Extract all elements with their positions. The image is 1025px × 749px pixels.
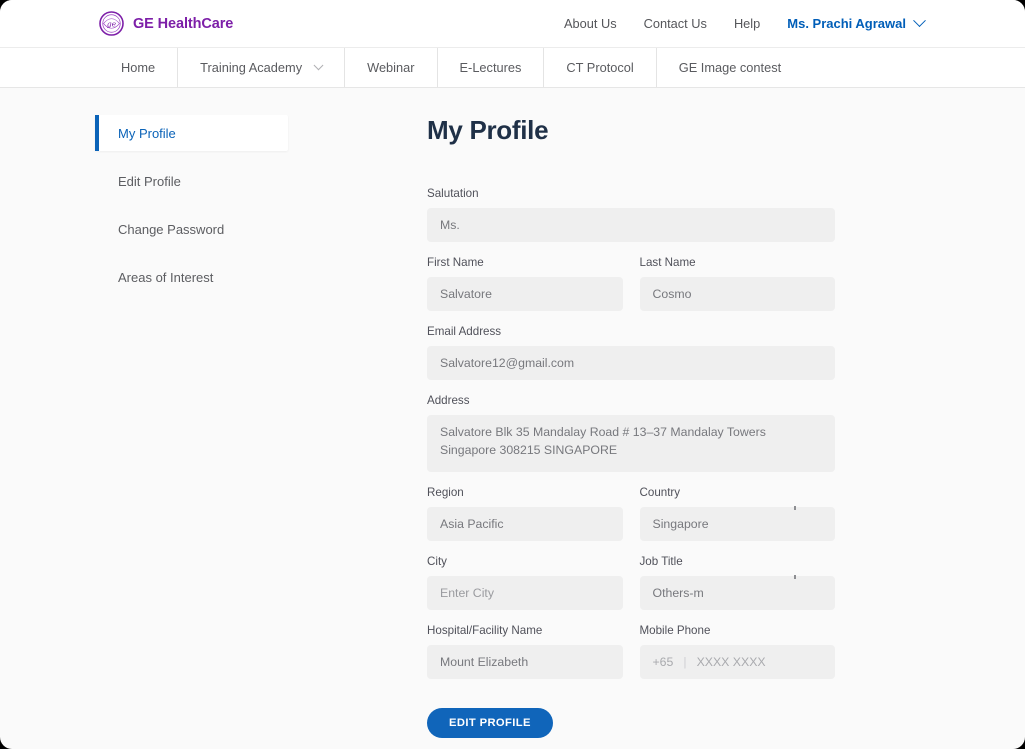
field-email: Email Address Salvatore12@gmail.com [427, 325, 835, 380]
sidebar-item-label: Areas of Interest [118, 269, 214, 285]
email-input[interactable]: Salvatore12@gmail.com [427, 346, 835, 380]
edit-profile-button[interactable]: EDIT PROFILE [427, 708, 553, 738]
label-city: City [427, 555, 447, 568]
field-salutation: Salutation Ms. [427, 187, 835, 242]
form-row-region-country: Region Asia Pacific Country Singapore [427, 486, 835, 541]
mobile-separator: | [683, 655, 687, 669]
page-body: My Profile Edit Profile Change Password … [0, 88, 1025, 748]
job-title-input[interactable]: Others-m [639, 576, 835, 610]
nav-item-label: Home [121, 60, 156, 75]
nav-item-label: GE Image contest [678, 60, 782, 75]
nav-item-label: E-Lectures [459, 60, 522, 75]
address-input[interactable]: Salvatore Blk 35 Mandalay Road # 13–37 M… [427, 415, 835, 472]
page-title: My Profile [427, 115, 549, 145]
field-city: City Enter City [427, 555, 623, 610]
field-last-name: Last Name Cosmo [639, 256, 835, 311]
brand-name: GE HealthCare [133, 15, 234, 32]
field-mobile-phone: Mobile Phone +65 | XXXX XXXX [639, 624, 835, 679]
main-navigation: Home Training Academy Webinar E-Lectures… [0, 48, 1025, 88]
form-actions: EDIT PROFILE [427, 708, 835, 738]
label-mobile-phone: Mobile Phone [639, 624, 711, 637]
field-region: Region Asia Pacific [427, 486, 623, 541]
nav-item-training-academy[interactable]: Training Academy [177, 48, 344, 87]
label-hospital: Hospital/Facility Name [427, 624, 543, 637]
label-country: Country [639, 486, 681, 499]
form-row-city-job: City Enter City Job Title Others-m [427, 555, 835, 610]
nav-item-ge-image-contest[interactable]: GE Image contest [655, 48, 803, 87]
last-name-input[interactable]: Cosmo [639, 277, 835, 311]
nav-item-webinar[interactable]: Webinar [344, 48, 436, 87]
sidebar-item-label: My Profile [118, 125, 176, 141]
nav-link-help[interactable]: Help [734, 16, 760, 31]
field-hospital: Hospital/Facility Name Mount Elizabeth [427, 624, 623, 679]
city-input[interactable]: Enter City [427, 576, 623, 610]
form-row-email: Email Address Salvatore12@gmail.com [427, 325, 835, 380]
nav-item-label: CT Protocol [566, 60, 634, 75]
region-input[interactable]: Asia Pacific [427, 507, 623, 541]
mobile-phone-input[interactable]: +65 | XXXX XXXX [639, 645, 835, 679]
salutation-input[interactable]: Ms. [427, 208, 835, 242]
profile-sidebar: My Profile Edit Profile Change Password … [0, 115, 400, 748]
sidebar-item-label: Change Password [118, 221, 225, 237]
nav-item-label: Webinar [367, 60, 415, 75]
form-row-salutation: Salutation Ms. [427, 187, 835, 242]
label-job-title: Job Title [639, 555, 683, 568]
field-job-title: Job Title Others-m [639, 555, 835, 610]
nav-link-about-us[interactable]: About Us [564, 16, 617, 31]
nav-item-e-lectures[interactable]: E-Lectures [436, 48, 544, 87]
sidebar-item-label: Edit Profile [118, 173, 181, 189]
form-row-address: Address Salvatore Blk 35 Mandalay Road #… [427, 394, 835, 472]
nav-link-contact-us[interactable]: Contact Us [644, 16, 707, 31]
profile-content: My Profile Salutation Ms. First Name Sal… [400, 115, 1025, 748]
app-page: ge GE HealthCare About Us Contact Us Hel… [0, 0, 1025, 749]
nav-item-ct-protocol[interactable]: CT Protocol [543, 48, 655, 87]
utility-nav: About Us Contact Us Help Ms. Prachi Agra… [564, 14, 1001, 31]
sidebar-item-my-profile[interactable]: My Profile [95, 115, 288, 151]
form-row-name: First Name Salvatore Last Name Cosmo [427, 256, 835, 311]
first-name-input[interactable]: Salvatore [427, 277, 623, 311]
label-address: Address [427, 394, 470, 407]
field-first-name: First Name Salvatore [427, 256, 623, 311]
ge-healthcare-logo-icon: ge [99, 11, 124, 36]
utility-header: ge GE HealthCare About Us Contact Us Hel… [0, 0, 1025, 48]
sidebar-item-areas-of-interest[interactable]: Areas of Interest [95, 259, 288, 295]
cursor-artifact-job-title [794, 575, 796, 579]
field-country: Country Singapore [639, 486, 835, 541]
svg-text:ge: ge [107, 20, 117, 29]
form-row-hospital-mobile: Hospital/Facility Name Mount Elizabeth M… [427, 624, 835, 679]
nav-item-home[interactable]: Home [99, 48, 177, 87]
brand-logo[interactable]: ge GE HealthCare [99, 11, 233, 36]
user-account-menu[interactable]: Ms. Prachi Agrawal [787, 14, 926, 31]
country-input[interactable]: Singapore [639, 507, 835, 541]
nav-item-label: Training Academy [200, 60, 303, 75]
label-email: Email Address [427, 325, 502, 338]
field-address: Address Salvatore Blk 35 Mandalay Road #… [427, 394, 835, 472]
sidebar-item-edit-profile[interactable]: Edit Profile [95, 163, 288, 199]
mobile-placeholder: XXXX XXXX [696, 655, 766, 669]
cursor-artifact-country [794, 506, 796, 510]
label-salutation: Salutation [427, 187, 479, 200]
profile-form: Salutation Ms. First Name Salvatore Last… [427, 187, 835, 738]
label-last-name: Last Name [639, 256, 696, 269]
user-name: Ms. Prachi Agrawal [787, 16, 906, 31]
label-region: Region [427, 486, 464, 499]
hospital-input[interactable]: Mount Elizabeth [427, 645, 623, 679]
mobile-country-code: +65 [652, 655, 674, 669]
sidebar-item-change-password[interactable]: Change Password [95, 211, 288, 247]
label-first-name: First Name [427, 256, 484, 269]
chevron-down-icon [913, 14, 926, 28]
chevron-down-icon [313, 60, 324, 71]
